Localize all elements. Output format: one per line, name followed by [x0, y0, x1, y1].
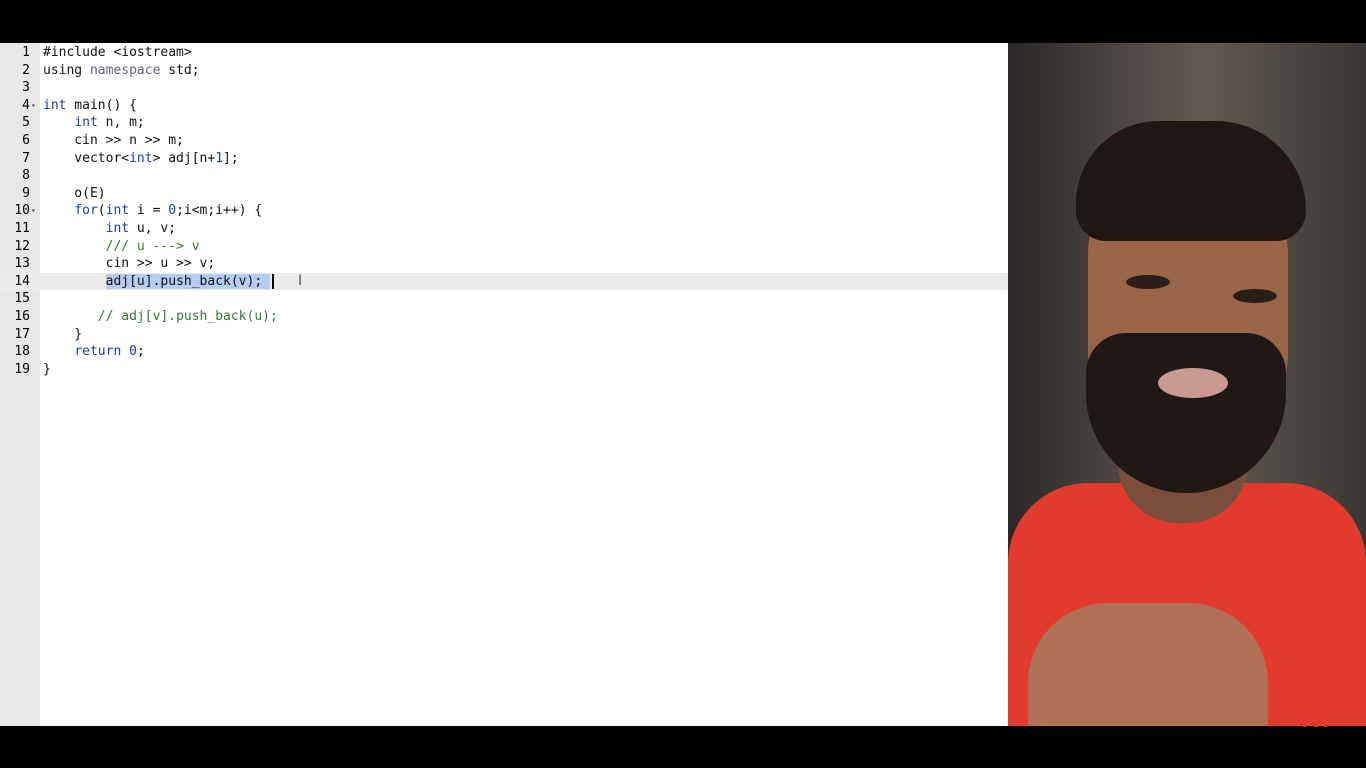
code-text: cin >> n >> m; — [43, 132, 184, 148]
webcam-video — [1008, 43, 1366, 726]
code-line[interactable]: 14 adj[u].push_back(v); — [0, 272, 1008, 291]
code-text: int n, m; — [74, 115, 145, 131]
line-number: 11 — [14, 220, 30, 236]
line-number: 4 — [22, 97, 30, 113]
line-number: 3 — [22, 80, 30, 96]
line-number: 6 — [22, 132, 30, 148]
line-number: 5 — [22, 115, 30, 131]
line-number: 14 — [14, 273, 30, 289]
code-line[interactable]: 19} — [0, 361, 1008, 379]
line-number: 1 — [22, 45, 30, 60]
code-text: adj[u].push_back(v); — [43, 273, 274, 291]
hands — [1028, 603, 1268, 726]
code-text: #include <iostream> — [43, 45, 192, 60]
code-text: /// u ---> v — [105, 238, 200, 254]
code-text: int main() { — [43, 97, 137, 113]
selection-highlight: adj[u].push_back(v); — [105, 273, 270, 289]
top-letterbox — [0, 0, 1366, 43]
code-line[interactable]: 3 — [0, 79, 1008, 97]
code-line[interactable]: 15 — [0, 290, 1008, 308]
left-eye — [1126, 275, 1170, 289]
text-cursor-icon: I — [298, 273, 303, 289]
code-text: // adj[v].push_back(u); — [97, 308, 278, 324]
line-number: 16 — [14, 308, 30, 324]
code-line[interactable]: 13 cin >> u >> v; — [0, 255, 1008, 273]
code-text: } — [43, 326, 83, 342]
text-caret — [272, 273, 274, 289]
line-number: 8 — [22, 168, 30, 184]
right-eye — [1233, 289, 1277, 303]
code-line[interactable]: 7 vector<int> adj[n+1]; — [0, 150, 1008, 168]
code-line[interactable]: 9 o(E) — [0, 185, 1008, 203]
code-line[interactable]: 12 /// u ---> v — [0, 238, 1008, 256]
code-line[interactable]: 16 // adj[v].push_back(u); — [0, 308, 1008, 326]
line-number: 7 — [22, 150, 30, 166]
code-text: vector<int> adj[n+1]; — [43, 150, 239, 166]
line-number: 9 — [22, 185, 30, 201]
code-line[interactable]: 4 ▾ int main() { — [0, 97, 1008, 115]
code-text: o(E) — [43, 185, 106, 201]
code-text: for(int i = 0;i<m;i++) { — [74, 203, 263, 219]
code-line[interactable]: 1 #include <iostream> — [0, 44, 1008, 62]
code-text: int u, v; — [105, 220, 177, 236]
line-number: 13 — [14, 256, 30, 272]
code-line[interactable]: 11 int u, v; — [0, 220, 1008, 238]
bottom-letterbox — [0, 726, 1366, 768]
line-number: 19 — [14, 361, 30, 377]
code-text: return 0; — [74, 344, 145, 360]
line-number: 10 — [14, 203, 30, 219]
code-line[interactable]: 2 using namespace std; — [0, 62, 1008, 80]
line-number: 15 — [14, 291, 30, 307]
line-number: 18 — [14, 344, 30, 360]
code-line[interactable]: 17 } — [0, 326, 1008, 344]
code-text: cin >> u >> v; — [43, 256, 216, 272]
fold-arrow-icon[interactable]: ▾ — [31, 97, 36, 115]
channel-logo: TUF — [1300, 712, 1335, 732]
mouth — [1158, 368, 1228, 398]
code-line[interactable]: 5 int n, m; — [0, 114, 1008, 132]
code-line[interactable]: 6 cin >> n >> m; — [0, 132, 1008, 150]
code-text: using namespace std; — [43, 62, 200, 78]
line-number: 17 — [14, 326, 30, 342]
fold-arrow-icon[interactable]: ▾ — [31, 202, 36, 220]
line-number: 2 — [22, 62, 30, 78]
code-editor[interactable]: 1 #include <iostream> 2 using namespace std… — [0, 43, 1008, 726]
line-number: 12 — [14, 238, 30, 254]
code-text: } — [43, 361, 51, 377]
code-line[interactable]: 8 — [0, 167, 1008, 185]
code-line[interactable]: 10 ▾ for(int i = 0;i<m;i++) { — [0, 202, 1008, 220]
code-line[interactable]: 18 return 0; — [0, 343, 1008, 361]
code-lines[interactable]: 1 #include <iostream> 2 using namespace std… — [0, 44, 1008, 378]
